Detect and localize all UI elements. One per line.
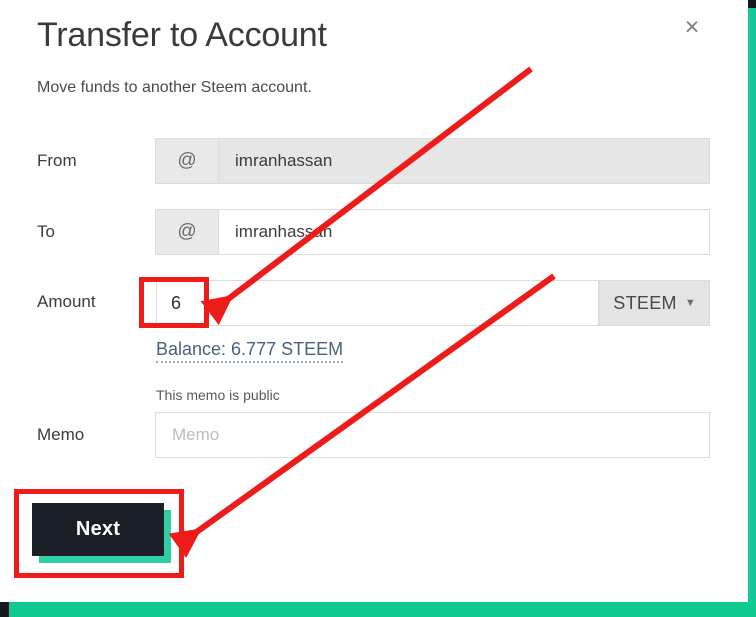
at-sign-icon: @ bbox=[156, 210, 219, 254]
amount-field[interactable] bbox=[141, 280, 599, 326]
to-field[interactable]: @ bbox=[155, 209, 710, 255]
next-button[interactable]: Next bbox=[32, 503, 164, 556]
row-from: From @ bbox=[0, 138, 748, 184]
amount-input[interactable] bbox=[157, 281, 598, 325]
transfer-modal: × Transfer to Account Move funds to anot… bbox=[0, 0, 748, 600]
row-memo: Memo bbox=[0, 412, 748, 458]
from-input[interactable] bbox=[219, 139, 709, 183]
from-field[interactable]: @ bbox=[155, 138, 710, 184]
row-to: To @ bbox=[0, 209, 748, 255]
at-sign-icon: @ bbox=[156, 139, 219, 183]
modal-subtitle: Move funds to another Steem account. bbox=[37, 79, 312, 96]
screenshot-root: × Transfer to Account Move funds to anot… bbox=[0, 0, 756, 617]
memo-field[interactable] bbox=[155, 412, 710, 458]
page-accent-bottom-cap bbox=[0, 602, 9, 617]
amount-label: Amount bbox=[37, 292, 96, 311]
page-accent-right-cap bbox=[748, 0, 756, 8]
memo-public-hint: This memo is public bbox=[156, 387, 280, 403]
to-label: To bbox=[37, 222, 55, 241]
from-label: From bbox=[37, 151, 77, 170]
currency-select-value: STEEM bbox=[613, 292, 677, 313]
page-accent-bottom bbox=[0, 602, 756, 617]
memo-input[interactable] bbox=[156, 413, 709, 457]
memo-label: Memo bbox=[37, 425, 85, 444]
to-input[interactable] bbox=[219, 210, 709, 254]
currency-select[interactable]: STEEM ▼ bbox=[599, 280, 710, 326]
chevron-down-icon: ▼ bbox=[684, 296, 696, 309]
page-accent-right bbox=[748, 0, 756, 617]
amount-gutter bbox=[142, 281, 157, 325]
close-icon[interactable]: × bbox=[678, 13, 706, 41]
page-title: Transfer to Account bbox=[37, 16, 327, 54]
next-button-wrap: Next bbox=[32, 503, 171, 563]
balance-link[interactable]: Balance: 6.777 STEEM bbox=[156, 339, 344, 363]
